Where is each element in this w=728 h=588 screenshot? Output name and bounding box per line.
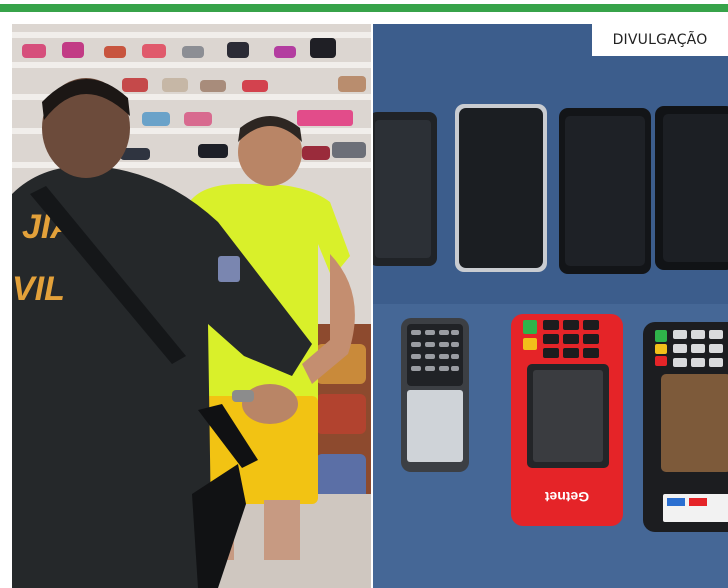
green-rule (0, 4, 728, 12)
photo-seized-items: Getnet (373, 24, 728, 588)
photo-credit-label: DIVULGAÇÃO (592, 24, 728, 56)
header-accent (0, 0, 728, 24)
vest-text-line2: VIL (12, 270, 65, 308)
arrest-scene: JIA VIL (12, 24, 371, 588)
photo-arrest: JIA VIL (12, 24, 371, 588)
terminal-brand-text: Getnet (544, 489, 589, 505)
seized-items-scene: Getnet (373, 24, 728, 588)
